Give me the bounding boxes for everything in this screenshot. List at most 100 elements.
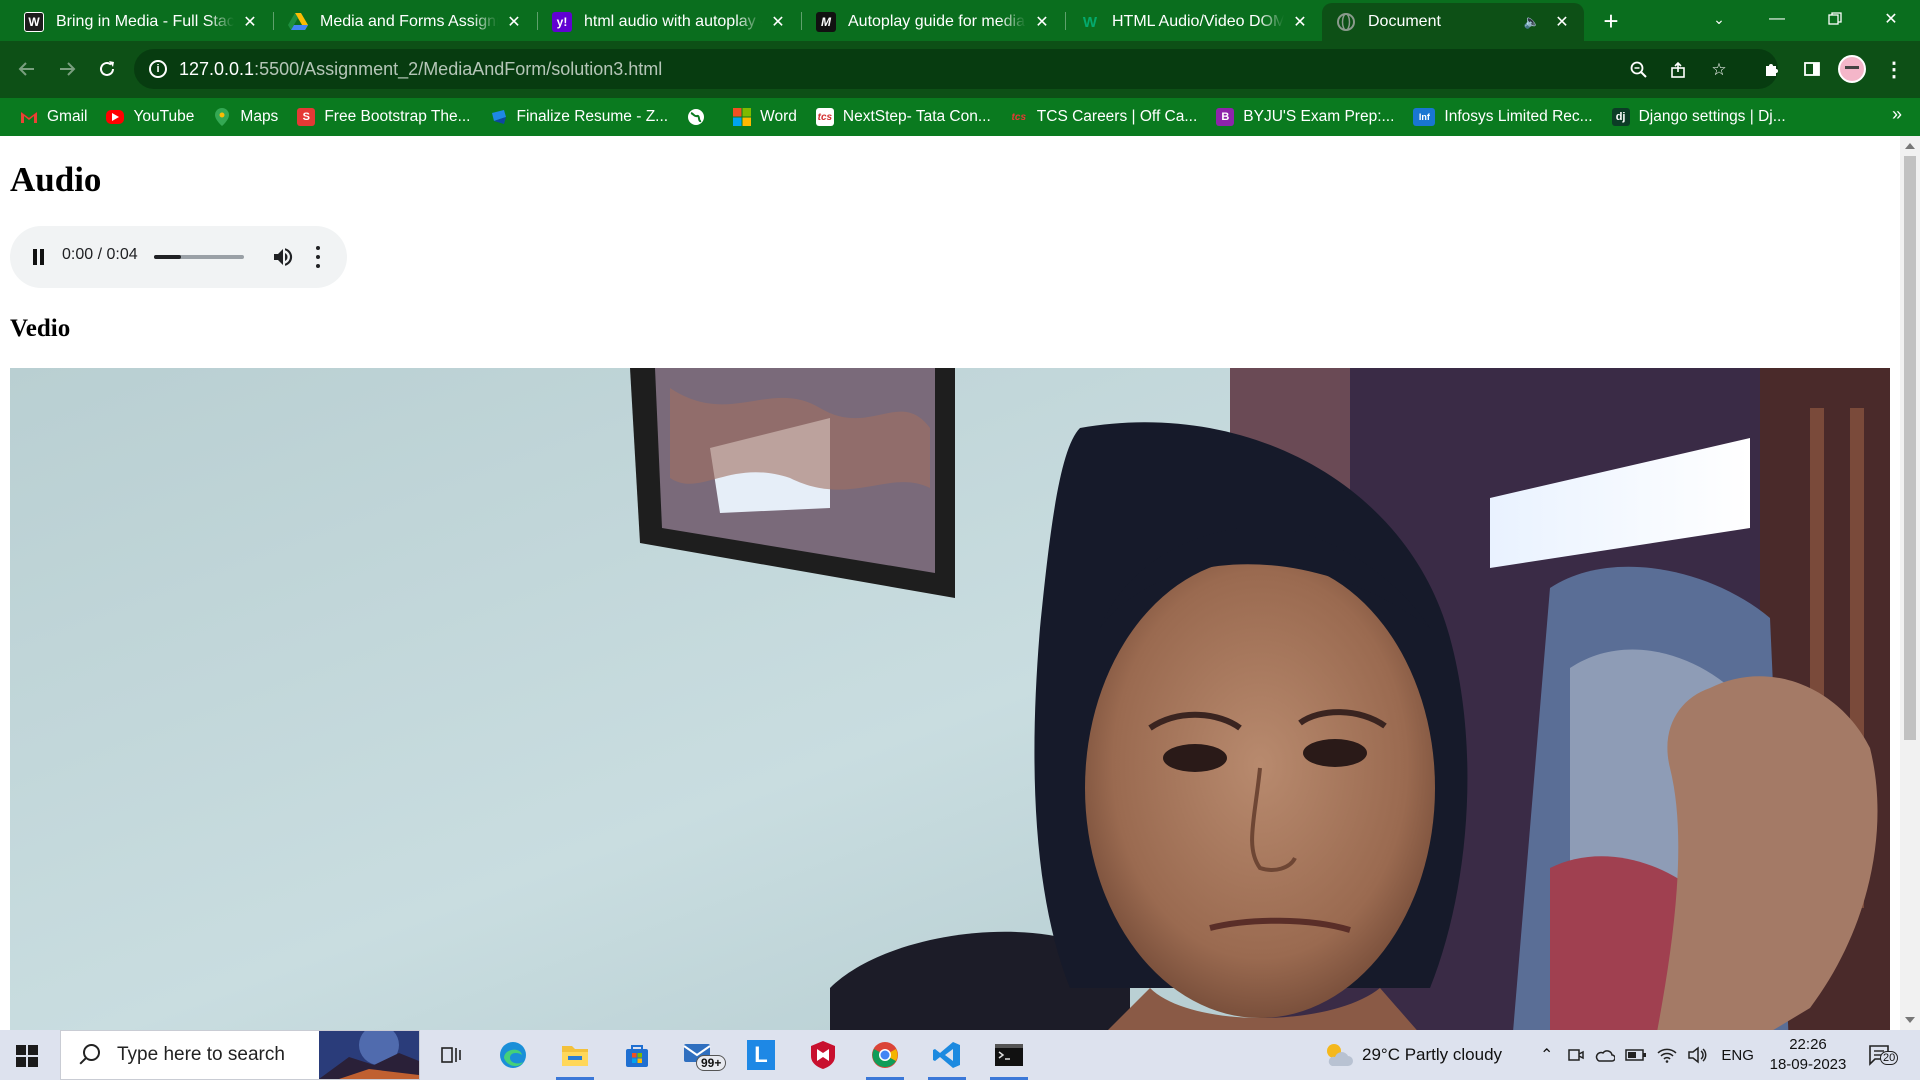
url-path: :5500/Assignment_2/MediaAndForm/solution… [254,58,663,79]
audio-playing-icon[interactable]: 🔈 [1524,14,1540,30]
tcs-icon: tcs [815,108,834,126]
globe-favicon [1336,12,1356,32]
scroll-up-arrow-icon[interactable] [1905,143,1915,149]
bookmark-label: NextStep- Tata Con... [842,108,991,125]
terminal-icon [995,1044,1023,1066]
search-placeholder: Type here to search [117,1044,285,1065]
audio-player[interactable]: 0:00 / 0:04 [10,226,347,288]
bookmark-label: TCS Careers | Off Ca... [1036,108,1198,125]
file-explorer-button[interactable] [548,1035,602,1080]
taskbar-search-box[interactable]: Type here to search [60,1030,420,1080]
scrollbar-thumb[interactable] [1904,156,1916,740]
share-icon[interactable] [1668,59,1690,81]
notification-center-button[interactable]: 20 [1868,1044,1899,1066]
battery-icon[interactable] [1625,1048,1647,1062]
extensions-icon[interactable] [1756,53,1788,85]
close-icon[interactable]: ✕ [1552,12,1572,32]
language-indicator[interactable]: ENG [1721,1047,1754,1064]
bookmark-byjus[interactable]: B BYJU'S Exam Prep:... [1207,102,1404,132]
back-button[interactable] [11,53,43,85]
zety-icon [490,108,508,126]
restore-button[interactable] [1806,0,1864,38]
menu-kebab-icon[interactable]: ⋮ [1878,53,1910,85]
task-view-button[interactable] [424,1035,478,1075]
more-options-icon[interactable] [314,246,322,268]
audio-seek-bar[interactable] [154,255,244,259]
tab-document[interactable]: Document 🔈 ✕ [1322,3,1584,41]
browser-toolbar: i 127.0.0.1:5500/Assignment_2/MediaAndFo… [0,41,1920,98]
tab-html-audio-video-dom[interactable]: W HTML Audio/Video DOM R ✕ [1066,3,1322,41]
pause-icon[interactable] [32,249,46,265]
store-button[interactable] [610,1035,664,1075]
bookmark-infosys[interactable]: Inf Infosys Limited Rec... [1404,102,1602,132]
l-app-icon: L [747,1040,775,1070]
s-icon: S [297,108,316,126]
mcafee-icon [811,1041,835,1069]
bookmark-star-icon[interactable]: ☆ [1708,59,1730,81]
close-icon[interactable]: ✕ [504,12,524,32]
bookmark-finalize-resume[interactable]: Finalize Resume - Z... [481,102,679,132]
mdn-favicon: M [816,12,836,32]
profile-avatar[interactable] [1838,55,1866,83]
window-close-button[interactable]: ✕ [1862,0,1920,38]
zoom-icon[interactable] [1628,59,1650,81]
bookmark-gmail[interactable]: Gmail [11,102,97,132]
onedrive-icon[interactable] [1595,1047,1616,1063]
mail-button[interactable]: 99+ [672,1035,727,1075]
tab-search-button[interactable]: ⌄ [1690,0,1748,38]
new-tab-button[interactable]: + [1596,6,1626,36]
bookmark-nextstep-tcs[interactable]: tcs NextStep- Tata Con... [807,102,1001,132]
wifi-icon[interactable] [1657,1047,1677,1063]
site-info-icon[interactable]: i [149,60,167,78]
tab-title: Bring in Media - Full Stack [56,13,234,30]
audio-heading: Audio [10,160,102,199]
url-text[interactable]: 127.0.0.1:5500/Assignment_2/MediaAndForm… [179,59,662,80]
google-drive-favicon [288,12,308,32]
page-scrollbar[interactable] [1900,136,1920,1030]
reload-button[interactable] [91,53,123,85]
scroll-down-arrow-icon[interactable] [1905,1017,1915,1023]
bookmarks-overflow-icon[interactable]: » [1892,104,1902,125]
bookmark-globe[interactable] [678,102,724,132]
chrome-button[interactable] [858,1035,912,1080]
audio-time: 0:00 / 0:04 [62,246,138,263]
close-icon[interactable]: ✕ [1032,12,1052,32]
close-icon[interactable]: ✕ [1290,12,1310,32]
bookmark-word[interactable]: Word [724,102,807,132]
close-icon[interactable]: ✕ [240,12,260,32]
bookmark-youtube[interactable]: YouTube [97,102,204,132]
bookmark-tcs-careers[interactable]: tcs TCS Careers | Off Ca... [1001,102,1208,132]
url-host: 127.0.0.1 [179,58,255,79]
bookmark-maps[interactable]: Maps [204,102,288,132]
restore-icon [1828,12,1842,25]
forward-button[interactable] [51,53,83,85]
bookmark-label: Finalize Resume - Z... [516,108,669,125]
close-icon[interactable]: ✕ [768,12,788,32]
show-hidden-icons-icon[interactable]: ⌃ [1540,1045,1553,1065]
bookmark-label: Maps [240,108,279,125]
minimize-button[interactable]: — [1748,0,1806,38]
windows-start-icon[interactable] [16,1045,38,1067]
volume-icon[interactable] [271,245,295,269]
tab-title: Document [1368,13,1441,30]
gmail-icon [20,108,38,126]
clock-time: 22:26 [1789,1036,1827,1053]
bookmark-django[interactable]: dj Django settings | Dj... [1603,102,1796,132]
speaker-icon[interactable] [1687,1046,1707,1064]
tab-autoplay-guide[interactable]: M Autoplay guide for media a ✕ [802,3,1064,41]
taskbar-clock[interactable]: 22:26 18-09-2023 [1764,1035,1852,1075]
meet-now-icon[interactable] [1567,1046,1585,1064]
edge-button[interactable] [486,1035,540,1075]
tab-bring-in-media[interactable]: W Bring in Media - Full Stack ✕ [10,3,272,41]
bookmark-free-bootstrap[interactable]: S Free Bootstrap The... [288,102,480,132]
tab-media-and-forms[interactable]: Media and Forms Assignm ✕ [274,3,536,41]
tab-html-audio-autoplay[interactable]: y! html audio with autoplay - ✕ [538,3,800,41]
mcafee-button[interactable] [796,1035,850,1075]
vscode-button[interactable] [920,1035,974,1080]
weather-widget[interactable]: 29°C Partly cloudy [1322,1030,1502,1080]
l-app-button[interactable]: L [734,1035,788,1075]
terminal-button[interactable] [982,1035,1036,1080]
side-panel-icon[interactable] [1796,53,1828,85]
video-player[interactable] [10,368,1890,1030]
address-bar[interactable]: i 127.0.0.1:5500/Assignment_2/MediaAndFo… [134,49,1778,89]
